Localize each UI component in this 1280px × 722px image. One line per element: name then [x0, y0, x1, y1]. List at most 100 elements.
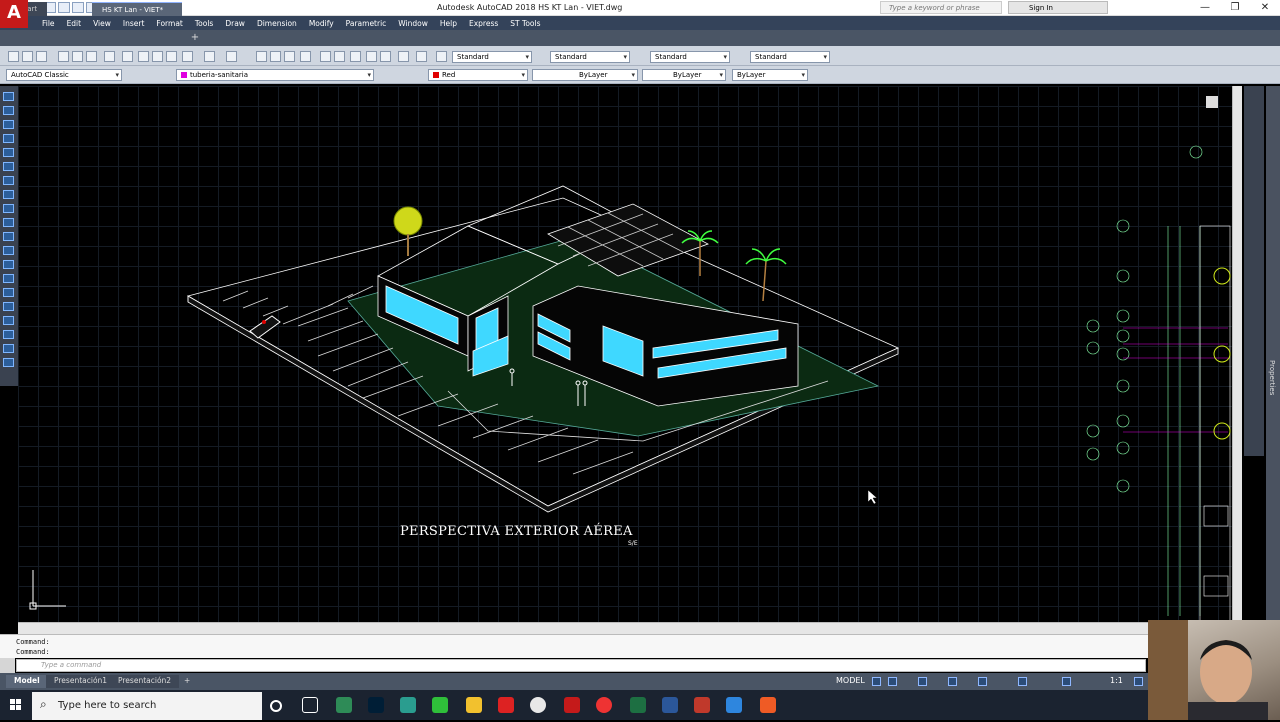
toolbar-button-icon[interactable]	[22, 51, 33, 62]
toolbar-button-icon[interactable]	[166, 51, 177, 62]
workspace-select[interactable]: AutoCAD Classic	[6, 69, 122, 81]
add-layout-button[interactable]: +	[176, 675, 198, 688]
draw-tool-icon[interactable]	[3, 358, 14, 367]
lineweight-icon[interactable]	[1018, 677, 1027, 686]
draw-tool-icon[interactable]	[3, 330, 14, 339]
command-input[interactable]: Type a command	[16, 659, 1146, 672]
osnap-icon[interactable]	[978, 677, 987, 686]
settings-gear-icon[interactable]	[1134, 677, 1143, 686]
toolbar-button-icon[interactable]	[436, 51, 447, 62]
tab-presentacion1[interactable]: Presentación1	[46, 675, 116, 688]
app-icon[interactable]	[596, 697, 612, 713]
tab-drawing[interactable]: HS KT Lan - VIET*	[92, 2, 182, 16]
toolbar-button-icon[interactable]	[284, 51, 295, 62]
windows-start-button[interactable]	[0, 690, 32, 720]
toolbar-button-icon[interactable]	[204, 51, 215, 62]
taskbar-search-input[interactable]: ⌕ Type here to search	[32, 692, 262, 720]
draw-tool-icon[interactable]	[3, 302, 14, 311]
save-as-icon[interactable]	[72, 2, 84, 13]
autocad-logo-icon[interactable]: A	[0, 0, 28, 28]
menu-modify[interactable]: Modify	[303, 17, 340, 30]
draw-tool-icon[interactable]	[3, 148, 14, 157]
menu-format[interactable]: Format	[150, 17, 188, 30]
draw-tool-icon[interactable]	[3, 274, 14, 283]
menu-dimension[interactable]: Dimension	[251, 17, 303, 30]
draw-tool-icon[interactable]	[3, 218, 14, 227]
draw-tool-icon[interactable]	[3, 120, 14, 129]
lineweight-select[interactable]: ByLayer	[642, 69, 726, 81]
toolbar-button-icon[interactable]	[182, 51, 193, 62]
toolbar-button-icon[interactable]	[334, 51, 345, 62]
draw-tool-icon[interactable]	[3, 316, 14, 325]
file-explorer-icon[interactable]	[466, 697, 482, 713]
grid-icon[interactable]	[872, 677, 881, 686]
properties-palette-tab[interactable]	[1266, 86, 1280, 626]
draw-tool-icon[interactable]	[3, 246, 14, 255]
color-select[interactable]: Red	[428, 69, 528, 81]
app-icon[interactable]	[760, 697, 776, 713]
draw-tool-icon[interactable]	[3, 288, 14, 297]
toolbar-button-icon[interactable]	[320, 51, 331, 62]
tab-presentacion2[interactable]: Presentación2	[110, 675, 180, 688]
annotation-scale[interactable]: 1:1	[1110, 676, 1123, 685]
cortana-icon[interactable]	[270, 700, 282, 712]
new-tab-button[interactable]: +	[188, 32, 202, 44]
polar-icon[interactable]	[948, 677, 957, 686]
draw-tool-icon[interactable]	[3, 92, 14, 101]
toolbar-button-icon[interactable]	[138, 51, 149, 62]
toolbar-button-icon[interactable]	[398, 51, 409, 62]
toolbar-button-icon[interactable]	[122, 51, 133, 62]
vertical-scrollbar[interactable]	[1232, 86, 1242, 622]
draw-tool-icon[interactable]	[3, 204, 14, 213]
menu-insert[interactable]: Insert	[117, 17, 151, 30]
toolbar-button-icon[interactable]	[416, 51, 427, 62]
autocad-icon[interactable]	[564, 697, 580, 713]
close-button[interactable]: ✕	[1250, 0, 1280, 16]
chrome-icon[interactable]	[530, 697, 546, 713]
toolbar-button-icon[interactable]	[300, 51, 311, 62]
menu-window[interactable]: Window	[392, 17, 434, 30]
multileader-style-select[interactable]: Standard	[750, 51, 830, 63]
toolbar-button-icon[interactable]	[72, 51, 83, 62]
draw-tool-icon[interactable]	[3, 176, 14, 185]
toolbar-button-icon[interactable]	[350, 51, 361, 62]
draw-tool-icon[interactable]	[3, 134, 14, 143]
toolbar-button-icon[interactable]	[104, 51, 115, 62]
table-style-select[interactable]: Standard	[650, 51, 730, 63]
menu-edit[interactable]: Edit	[61, 17, 88, 30]
model-space-button[interactable]: MODEL	[836, 676, 865, 685]
menu-draw[interactable]: Draw	[219, 17, 251, 30]
snap-icon[interactable]	[888, 677, 897, 686]
menu-view[interactable]: View	[87, 17, 117, 30]
toolbar-button-icon[interactable]	[36, 51, 47, 62]
text-style-select[interactable]: Standard	[452, 51, 532, 63]
toolbar-button-icon[interactable]	[270, 51, 281, 62]
layer-select[interactable]: tuberia-sanitaria	[176, 69, 374, 81]
app-icon[interactable]	[336, 697, 352, 713]
draw-tool-icon[interactable]	[3, 162, 14, 171]
draw-tool-icon[interactable]	[3, 260, 14, 269]
draw-tool-icon[interactable]	[3, 106, 14, 115]
help-search-input[interactable]: Type a keyword or phrase	[880, 1, 1002, 14]
toolbar-button-icon[interactable]	[152, 51, 163, 62]
word-icon[interactable]	[662, 697, 678, 713]
restore-button[interactable]: ❐	[1220, 0, 1250, 16]
sign-in-button[interactable]: Sign In	[1008, 1, 1108, 14]
draw-tool-icon[interactable]	[3, 344, 14, 353]
draw-tool-icon[interactable]	[3, 232, 14, 241]
toolbar-button-icon[interactable]	[58, 51, 69, 62]
dimension-style-select[interactable]: Standard	[550, 51, 630, 63]
menu-parametric[interactable]: Parametric	[340, 17, 393, 30]
app-icon[interactable]	[400, 697, 416, 713]
camtasia-icon[interactable]	[432, 697, 448, 713]
menu-help[interactable]: Help	[434, 17, 463, 30]
toolbar-button-icon[interactable]	[226, 51, 237, 62]
plotstyle-select[interactable]: ByLayer	[732, 69, 808, 81]
save-icon[interactable]	[58, 2, 70, 13]
linetype-select[interactable]: ByLayer	[532, 69, 638, 81]
menu-file[interactable]: File	[36, 17, 61, 30]
minimize-button[interactable]: —	[1190, 0, 1220, 16]
menu-express[interactable]: Express	[463, 17, 504, 30]
menu-st-tools[interactable]: ST Tools	[504, 17, 546, 30]
toolbar-button-icon[interactable]	[380, 51, 391, 62]
